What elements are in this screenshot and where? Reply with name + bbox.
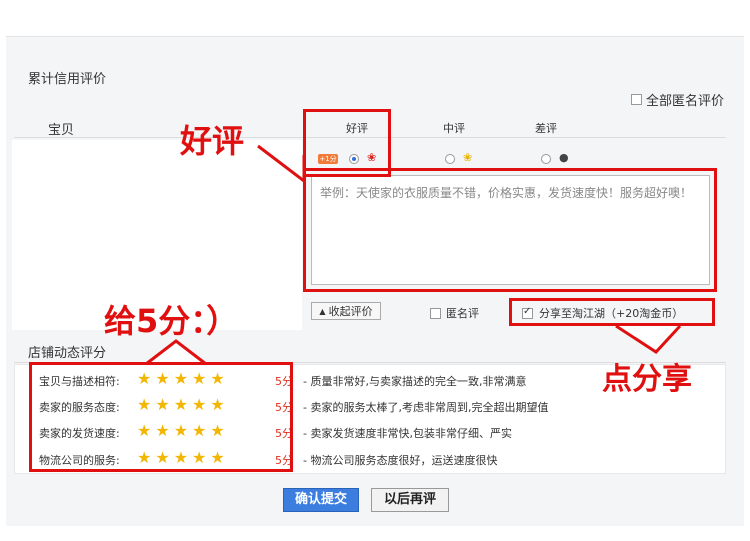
review-text-highlight <box>303 168 717 292</box>
click-share-annotation: 点分享 <box>602 362 692 397</box>
good-review-pointer <box>257 144 306 185</box>
good-rating-highlight <box>303 109 391 177</box>
five-stars-pointer <box>145 339 207 366</box>
give-five-annotation: 给5分：） <box>104 302 239 340</box>
good-review-annotation: 好评 <box>180 122 245 160</box>
share-pointer <box>615 324 682 354</box>
share-highlight <box>509 298 715 326</box>
star-ratings-highlight <box>29 362 293 472</box>
